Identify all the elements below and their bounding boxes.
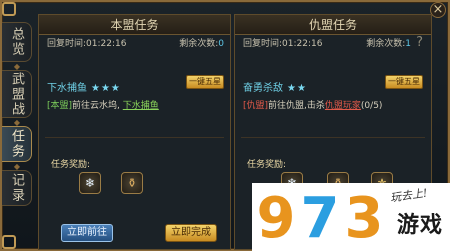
finish-now-button[interactable]: 立即完成 (165, 224, 217, 242)
quest-text: 前往仇盟,击杀 (268, 101, 325, 111)
one-key-five-star-button[interactable]: 一键五星 (186, 75, 224, 89)
reward-item-crystal-icon[interactable]: ❄ (79, 172, 101, 194)
watermark-digit: 9 (256, 186, 296, 251)
quest-target-link[interactable]: 仇盟玩家 (325, 101, 361, 111)
one-key-five-star-button[interactable]: 一键五星 (385, 75, 423, 89)
remaining-label: 剩余次数: (366, 39, 406, 49)
watermark-digit: 3 (344, 186, 384, 251)
reward-item-pouch-icon[interactable]: ⚱ (121, 172, 143, 194)
quest-tag: [仇盟] (243, 101, 269, 111)
watermark-handwriting: 玩去上! (389, 186, 429, 205)
quest-title: 下水捕鱼 (47, 83, 87, 94)
corner-ornament (2, 2, 16, 16)
watermark-text: 游戏 (397, 213, 444, 238)
quest-tag: [本盟] (47, 101, 73, 111)
site-watermark: 9 7 3 玩去上! 游戏 (252, 183, 450, 251)
tab-tasks[interactable]: 任务 (2, 126, 32, 162)
quest-text: 前往云水坞, (72, 101, 123, 111)
remaining-count: 剩余次数:1 (366, 36, 411, 49)
quest-description: [仇盟]前往仇盟,击杀仇盟玩家(0/5) (243, 98, 382, 111)
quest-progress: (0/5) (360, 101, 383, 111)
remaining-value: 0 (218, 39, 224, 49)
remaining-value: 1 (405, 39, 411, 49)
panel-title: 本盟任务 (39, 15, 230, 35)
divider (45, 137, 224, 138)
star-rating: ★★★ (91, 83, 121, 94)
refresh-time: 回复时间:01:22:16 (47, 39, 127, 49)
quest-name: 奋勇杀敌 ★★ (243, 79, 307, 94)
watermark-digit: 7 (300, 186, 340, 251)
corner-ornament (2, 235, 16, 249)
panel-title: 仇盟任务 (235, 15, 431, 35)
divider (241, 137, 425, 138)
star-rating: ★★ (287, 83, 307, 94)
refresh-time: 回复时间:01:22:16 (243, 39, 323, 49)
close-button[interactable]: × (430, 2, 446, 18)
remaining-label: 剩余次数: (179, 39, 219, 49)
info-row: 回复时间:01:22:16 剩余次数:0 (47, 36, 224, 50)
tab-alliance-war[interactable]: 武盟战 (2, 70, 32, 118)
quest-target-link[interactable]: 下水捕鱼 (123, 101, 159, 111)
quest-name: 下水捕鱼 ★★★ (47, 79, 121, 94)
help-icon[interactable]: ? (416, 35, 423, 50)
remaining-count: 剩余次数:0 (179, 36, 224, 49)
quest-description: [本盟]前往云水坞, 下水捕鱼 (47, 98, 159, 111)
reward-label: 任务奖励: (51, 160, 91, 170)
tab-records[interactable]: 记录 (2, 170, 32, 206)
reward-label: 任务奖励: (247, 160, 287, 170)
alliance-task-panel: 本盟任务 回复时间:01:22:16 剩余次数:0 下水捕鱼 ★★★ 一键五星 [… (38, 14, 231, 250)
quest-title: 奋勇杀敌 (243, 83, 283, 94)
info-row: 回复时间:01:22:16 剩余次数:1 (243, 36, 411, 50)
go-now-button[interactable]: 立即前往 (61, 224, 113, 242)
tab-overview[interactable]: 总览 (2, 22, 32, 62)
